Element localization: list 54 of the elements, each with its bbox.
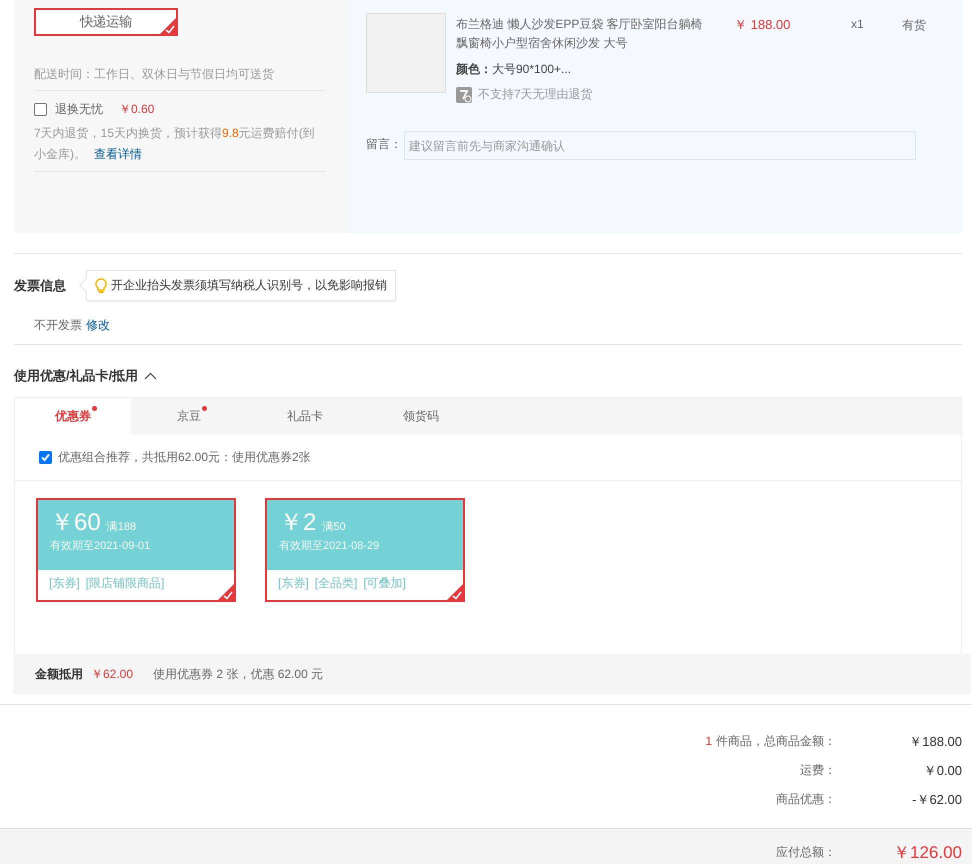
lightbulb-icon bbox=[95, 278, 107, 294]
edit-link[interactable]: 修改 bbox=[86, 318, 110, 332]
tab[interactable]: 礼品卡 bbox=[247, 398, 363, 435]
check-corner-icon bbox=[218, 584, 234, 600]
section-title: 发票信息 bbox=[14, 276, 67, 294]
tab[interactable]: 优惠券 bbox=[15, 398, 131, 435]
summary-detail: 使用优惠券 2 张，优惠 62.00 元 bbox=[153, 666, 324, 682]
coupon-expiry: 有效期至2021-09-01 bbox=[50, 539, 152, 553]
summary-label: 金额抵用 bbox=[35, 666, 83, 682]
section-title: 使用优惠/礼品卡/抵用 bbox=[14, 367, 138, 385]
coupon-amount: ￥60 bbox=[50, 509, 101, 536]
summary-amount: ￥62.00 bbox=[91, 666, 134, 682]
note-label: 留言： bbox=[366, 136, 402, 153]
total-value: -￥62.00 bbox=[911, 790, 962, 808]
total-value: ￥188.00 bbox=[908, 732, 962, 750]
payable-label: 应付总额： bbox=[776, 844, 836, 860]
checkbox-label: 退换无忧 bbox=[55, 100, 103, 118]
coupon-amount: ￥2 bbox=[279, 509, 316, 536]
service-description: 7天内退货，15天内换货，预计获得9.8元运费赔付(到小金库)。 查看详情 bbox=[34, 123, 326, 172]
product-price: ￥ 188.00 bbox=[734, 16, 792, 34]
coupon-expiry: 有效期至2021-08-29 bbox=[279, 539, 380, 553]
tooltip-text: 开企业抬头发票须填写纳税人识别号，以免影响报销 bbox=[111, 277, 387, 294]
shipping-method-button[interactable]: 快递运输 bbox=[34, 8, 178, 36]
total-label: 1 件商品，总商品金额： bbox=[705, 733, 836, 750]
checkbox[interactable] bbox=[34, 102, 47, 116]
service-price: ￥0.60 bbox=[119, 100, 154, 118]
checkbox[interactable] bbox=[39, 451, 52, 464]
delivery-time: 配送时间：工作日、双休日与节假日均可送货 bbox=[34, 66, 326, 91]
coupon-tag: [可叠加] bbox=[363, 575, 406, 592]
stock-status: 有货 bbox=[902, 17, 926, 34]
details-link[interactable]: 查看详情 bbox=[94, 147, 142, 161]
return-policy: 不支持7天无理由退货 bbox=[478, 86, 593, 103]
total-value: ￥0.00 bbox=[922, 762, 962, 780]
total-label: 运费： bbox=[800, 762, 836, 779]
tab[interactable]: 领货码 bbox=[363, 398, 479, 435]
product-quantity: x1 bbox=[851, 17, 865, 33]
coupon-threshold: 满50 bbox=[322, 521, 346, 533]
payable-amount: ￥126.00 bbox=[892, 842, 962, 864]
invoice-status: 不开发票 bbox=[34, 318, 82, 332]
tab[interactable]: 京豆 bbox=[131, 398, 247, 435]
coupon-tag: [全品类] bbox=[314, 575, 358, 592]
coupon-tag: [限店铺限商品] bbox=[86, 575, 164, 592]
check-corner-icon bbox=[160, 18, 176, 34]
total-label: 商品优惠： bbox=[776, 791, 836, 808]
check-corner-icon bbox=[447, 584, 463, 600]
chevron-icon[interactable] bbox=[144, 372, 158, 380]
coupon-tag: [东券] bbox=[49, 575, 80, 592]
coupon-threshold: 满188 bbox=[106, 521, 136, 533]
product-title: 布兰格迪 懒人沙发EPP豆袋 客厅卧室阳台躺椅飘窗椅小户型宿舍休闲沙发 大号 bbox=[456, 16, 704, 52]
no-return-icon bbox=[456, 86, 472, 102]
checkbox-label: 优惠组合推荐，共抵用62.00元：使用优惠券2张 bbox=[58, 449, 311, 466]
coupon-tag: [东券] bbox=[278, 575, 309, 592]
note-field[interactable]: 建议留言前先与商家沟通确认 bbox=[404, 131, 916, 160]
product-color: 颜色：大号90*100+... bbox=[456, 61, 572, 78]
